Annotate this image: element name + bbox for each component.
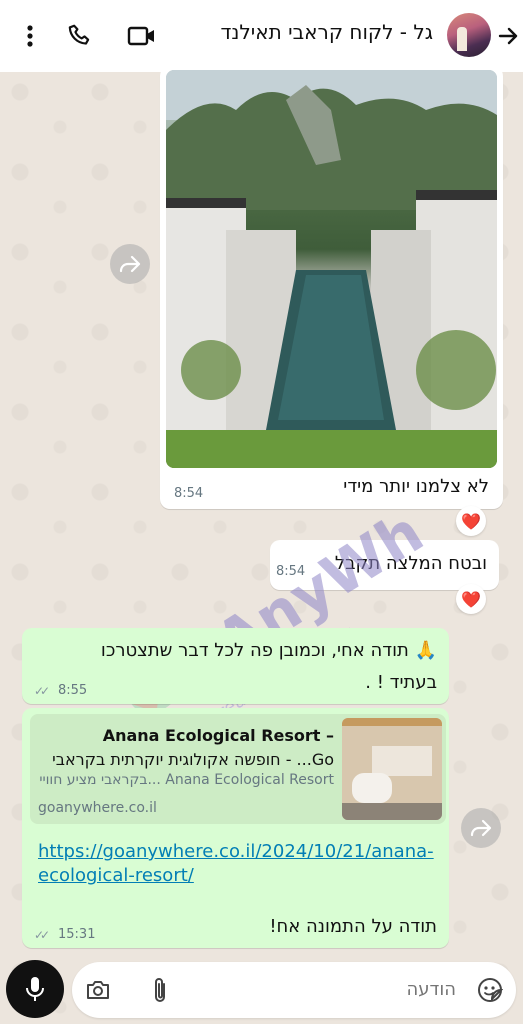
recommend-text: ובטח המלצה תקבל	[334, 553, 487, 574]
message-time: 15:31	[58, 927, 96, 942]
video-icon[interactable]	[124, 18, 160, 54]
mic-button[interactable]	[6, 960, 64, 1018]
attach-icon[interactable]	[144, 974, 176, 1006]
heart-reaction[interactable]: ❤️	[456, 506, 486, 536]
recommend-message-bubble[interactable]: ובטח המלצה תקבל 8:54	[270, 540, 499, 590]
message-composer[interactable]	[72, 962, 516, 1018]
camera-icon[interactable]	[82, 974, 114, 1006]
forward-icon[interactable]	[461, 808, 501, 848]
thanks-message-bubble[interactable]: 🙏 תודה אחי, וכמובן פה לכל דבר שתצטרכו בע…	[22, 628, 449, 704]
read-checks-icon: ✓✓	[34, 928, 50, 942]
message-input[interactable]	[256, 979, 456, 1000]
phone-icon[interactable]	[62, 18, 98, 54]
link-message-text: תודה על התמונה אח!	[269, 916, 437, 937]
avatar[interactable]	[447, 13, 491, 57]
link-domain: goanywhere.co.il	[38, 800, 157, 816]
link-title: Anana Ecological Resort –	[102, 726, 334, 745]
sticker-icon[interactable]	[474, 974, 506, 1006]
back-arrow-icon[interactable]	[490, 18, 523, 54]
message-time: 8:54	[276, 564, 306, 579]
photo-message-bubble[interactable]: לא צלמנו יותר מידי 8:54	[160, 66, 503, 509]
message-link[interactable]: https://goanywhere.co.il/2024/10/21/anan…	[38, 840, 438, 888]
link-description: Anana Ecological Resort ...בקראבי מציע ח…	[39, 772, 334, 788]
mic-icon	[26, 977, 44, 1001]
heart-reaction[interactable]: ❤️	[456, 584, 486, 614]
message-time: 8:54	[174, 486, 204, 501]
read-checks-icon: ✓✓	[34, 684, 50, 698]
thanks-text-line2: בעתיד ! .	[365, 672, 437, 693]
link-preview-card[interactable]: Anana Ecological Resort – Go... - חופשה …	[30, 714, 446, 824]
photo-caption: לא צלמנו יותר מידי	[343, 476, 489, 497]
chat-title[interactable]: גל - לקוח קראבי תאילנד	[221, 20, 434, 44]
link-subtitle: Go... - חופשה אקולוגית יוקרתית בקראבי	[52, 750, 334, 769]
chat-header: גל - לקוח קראבי תאילנד	[0, 0, 523, 72]
message-time: 8:55	[58, 683, 88, 698]
link-thumbnail	[342, 718, 442, 820]
forward-icon[interactable]	[110, 244, 150, 284]
thanks-text-line1: 🙏 תודה אחי, וכמובן פה לכל דבר שתצטרכו	[100, 640, 437, 661]
resort-photo[interactable]	[166, 70, 497, 468]
more-vertical-icon[interactable]	[12, 18, 48, 54]
